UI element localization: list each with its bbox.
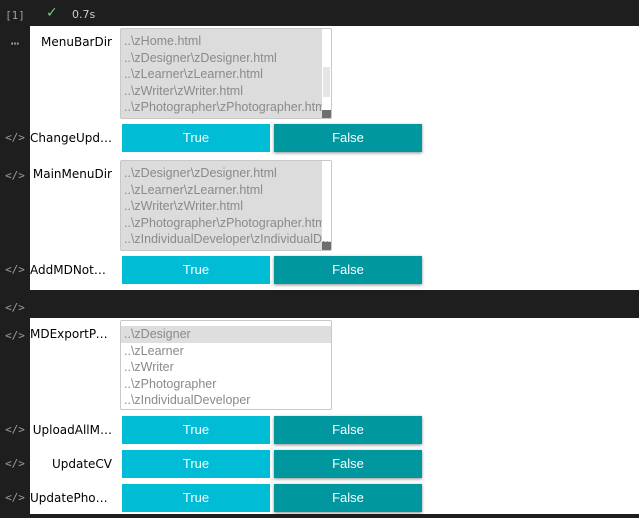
upload-all-label: UploadAllM…: [32, 423, 112, 437]
upload-all-true-button[interactable]: True: [122, 416, 270, 444]
list-option[interactable]: ..\zWriter\zWriter.html: [121, 198, 331, 215]
main-menu-dir-listbox[interactable]: ..\zDesigner\zDesigner.html ..\zLearner\…: [120, 160, 332, 251]
list-option[interactable]: ..\zIndividualDeveloper: [121, 392, 331, 409]
list-option[interactable]: ..\zHome.html: [121, 33, 331, 50]
code-output-icon[interactable]: </>: [0, 491, 30, 504]
change-upd-label: ChangeUpd…: [30, 131, 112, 145]
code-output-icon[interactable]: </>: [0, 329, 30, 342]
list-option[interactable]: ..\zIndividualDeveloper\zIndividualDevel…: [121, 231, 331, 248]
add-md-note-label: AddMDNote…: [30, 263, 112, 277]
code-output-icon[interactable]: </>: [0, 169, 30, 182]
resize-handle[interactable]: [322, 110, 331, 118]
code-output-icon[interactable]: </>: [0, 301, 30, 314]
menu-bar-dir-label: MenuBarDir: [41, 35, 112, 49]
list-option[interactable]: ..\zDesigner\zDesigner.html: [121, 165, 331, 182]
menu-bar-dir-listbox[interactable]: ..\zHome.html ..\zDesigner\zDesigner.htm…: [120, 28, 332, 119]
md-export-path-listbox[interactable]: ..\zDesigner ..\zLearner ..\zWriter ..\z…: [120, 320, 332, 410]
update-phot-label: UpdatePhot…: [30, 491, 112, 505]
cell-status-bar: [30, 0, 639, 26]
list-option-selected[interactable]: ..\zDesigner: [121, 326, 331, 343]
resize-handle[interactable]: [322, 242, 331, 250]
list-option[interactable]: ..\zWriter\zWriter.html: [121, 83, 331, 100]
scrollbar[interactable]: [322, 161, 331, 241]
md-export-path-label: MDExportPath: [30, 327, 112, 341]
change-upd-true-button[interactable]: True: [122, 124, 270, 152]
output-separator: [30, 290, 639, 318]
check-icon: ✓: [46, 5, 58, 21]
list-option[interactable]: ..\zLearner: [121, 343, 331, 360]
change-upd-false-button[interactable]: False: [274, 124, 422, 152]
add-md-note-true-button[interactable]: True: [122, 256, 270, 284]
list-option[interactable]: ..\zPhotographer: [121, 376, 331, 393]
list-option[interactable]: ..\zLearner\zLearner.html: [121, 66, 331, 83]
update-cv-label: UpdateCV: [51, 457, 112, 471]
scrollbar[interactable]: [322, 29, 331, 118]
scrollbar-thumb[interactable]: [323, 67, 330, 97]
add-md-note-false-button[interactable]: False: [274, 256, 422, 284]
list-option[interactable]: ..\zWriter: [121, 359, 331, 376]
execution-count: [1]: [5, 9, 25, 22]
list-option[interactable]: ..\zLearner\zLearner.html: [121, 182, 331, 199]
main-menu-dir-label: MainMenuDir: [32, 167, 112, 181]
update-cv-true-button[interactable]: True: [122, 450, 270, 478]
upload-all-false-button[interactable]: False: [274, 416, 422, 444]
list-option[interactable]: ..\zPhotographer\zPhotographer.html: [121, 99, 331, 116]
code-output-icon[interactable]: </>: [0, 423, 30, 436]
update-phot-true-button[interactable]: True: [122, 484, 270, 512]
list-option[interactable]: ..\zDesigner\zDesigner.html: [121, 50, 331, 67]
more-options-icon[interactable]: ⋯: [0, 36, 30, 52]
update-cv-false-button[interactable]: False: [274, 450, 422, 478]
update-phot-false-button[interactable]: False: [274, 484, 422, 512]
code-output-icon[interactable]: </>: [0, 263, 30, 276]
code-output-icon[interactable]: </>: [0, 131, 30, 144]
execution-time: 0.7s: [72, 8, 96, 21]
code-output-icon[interactable]: </>: [0, 457, 30, 470]
list-option[interactable]: ..\zPhotographer\zPhotographer.html: [121, 215, 331, 232]
